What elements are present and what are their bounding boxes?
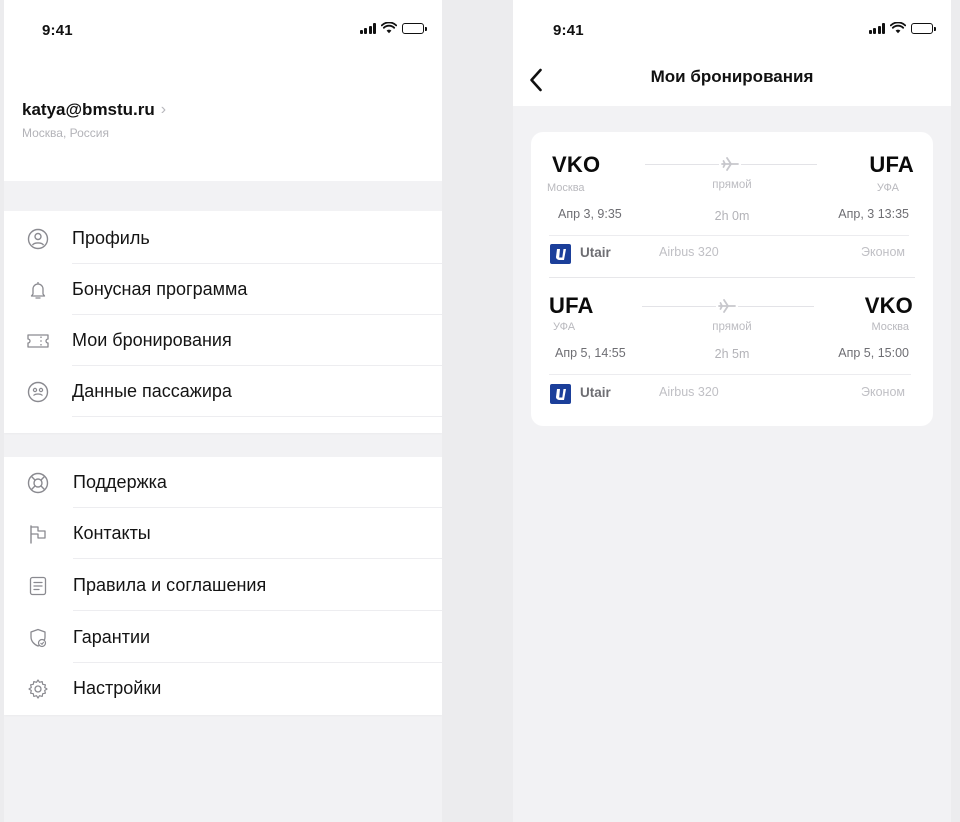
origin-city: Москва <box>547 182 585 194</box>
flight-duration: 2h 5m <box>714 347 750 361</box>
user-location: Москва, Россия <box>22 126 109 140</box>
chevron-right-icon: › <box>160 101 167 118</box>
status-icons <box>868 22 936 34</box>
menu-label: Правила и соглашения <box>73 575 267 595</box>
origin-code: VKO <box>552 152 601 177</box>
utair-logo <box>550 244 571 264</box>
menu-item-support[interactable]: Поддержка <box>4 457 442 508</box>
airplane-icon <box>719 155 741 173</box>
menu-group-info: Поддержка Контакты Правила и соглашения … <box>4 457 442 715</box>
user-email-link[interactable]: katya@bmstu.ru › <box>22 100 166 120</box>
status-icons <box>359 22 427 34</box>
ticket-icon <box>26 329 50 353</box>
menu-label: Данные пассажира <box>72 381 232 401</box>
battery-icon <box>911 22 936 34</box>
arrival-time: Апр 5, 15:00 <box>838 346 909 360</box>
divider <box>73 610 442 611</box>
signal-icon <box>868 22 885 34</box>
row-divider <box>549 235 909 236</box>
menu-item-settings[interactable]: Настройки <box>4 663 442 714</box>
fare-class: Эконом <box>861 385 905 399</box>
row-divider <box>549 374 911 375</box>
departure-time: Апр 3, 9:35 <box>558 207 622 221</box>
wifi-icon <box>381 22 397 34</box>
profile-screen: 9:41 katya@bmstu.ru › Москва, Россия Про… <box>4 0 442 822</box>
menu-item-rules[interactable]: Правила и соглашения <box>4 560 442 611</box>
signal-icon <box>359 22 376 34</box>
user-email[interactable]: katya@bmstu.ru <box>22 100 155 120</box>
departure-time: Апр 5, 14:55 <box>555 346 626 360</box>
menu-item-contacts[interactable]: Контакты <box>4 508 442 559</box>
status-time: 9:41 <box>553 22 584 39</box>
destination-city: Москва <box>871 321 909 333</box>
menu-label: Гарантии <box>73 627 151 647</box>
profile-header: 9:41 katya@bmstu.ru › Москва, Россия <box>4 0 442 181</box>
menu-item-profile[interactable]: Профиль <box>4 213 442 264</box>
airplane-icon <box>716 297 738 315</box>
arrival-time: Апр, 3 13:35 <box>838 207 909 221</box>
menu-label: Настройки <box>73 678 162 698</box>
status-bar: 9:41 <box>513 0 951 60</box>
divider <box>73 558 442 559</box>
menu-label: Бонусная программа <box>72 279 248 299</box>
wifi-icon <box>890 22 906 34</box>
destination-code: VKO <box>864 293 913 318</box>
stops-label: прямой <box>712 321 752 333</box>
nav-bar: 9:41 Мои бронирования <box>513 0 951 106</box>
menu-item-guarantees[interactable]: Гарантии <box>4 612 442 663</box>
destination-code: UFA <box>869 152 914 177</box>
bookings-screen: 9:41 Мои бронирования VKO Москва Апр 3, … <box>513 0 951 822</box>
menu-group-account: Профиль Бонусная программа Мои бронирова… <box>4 211 442 433</box>
airline-name: Utair <box>580 385 611 400</box>
origin-city: УФА <box>553 321 576 333</box>
menu-label: Мои бронирования <box>72 330 232 350</box>
flight-segment: VKO Москва Апр 3, 9:35 прямой 2h 0m UFA … <box>531 132 933 278</box>
booking-card[interactable]: VKO Москва Апр 3, 9:35 прямой 2h 0m UFA … <box>531 132 933 426</box>
menu-label: Поддержка <box>73 472 167 492</box>
airline-name: Utair <box>580 245 611 260</box>
gear-icon <box>26 677 50 701</box>
flight-duration: 2h 0m <box>714 209 750 223</box>
flag-icon <box>26 522 50 546</box>
lifebuoy-icon <box>26 471 50 495</box>
divider <box>72 416 442 417</box>
menu-label: Профиль <box>72 228 150 248</box>
battery-icon <box>402 22 427 34</box>
page-title: Мои бронирования <box>650 67 814 86</box>
destination-city: УФА <box>876 182 899 194</box>
shield-icon <box>26 626 50 650</box>
passenger-face-icon <box>26 380 50 404</box>
user-circle-icon <box>26 227 50 251</box>
menu-item-bonus[interactable]: Бонусная программа <box>4 264 442 315</box>
menu-item-passenger[interactable]: Данные пассажира <box>4 366 442 417</box>
utair-logo <box>550 384 571 404</box>
flight-segment: UFA УФА Апр 5, 14:55 прямой 2h 5m VKO Мо… <box>531 278 933 424</box>
aircraft-type: Airbus 320 <box>659 385 719 399</box>
menu-label: Контакты <box>73 523 151 543</box>
stops-label: прямой <box>712 179 752 191</box>
document-icon <box>26 574 50 598</box>
menu-item-bookings[interactable]: Мои бронирования <box>4 315 442 366</box>
status-time: 9:41 <box>42 22 73 39</box>
fare-class: Эконом <box>861 245 905 259</box>
aircraft-type: Airbus 320 <box>659 245 719 259</box>
origin-code: UFA <box>549 293 594 318</box>
bell-icon <box>26 278 50 302</box>
status-bar: 9:41 <box>4 0 442 60</box>
